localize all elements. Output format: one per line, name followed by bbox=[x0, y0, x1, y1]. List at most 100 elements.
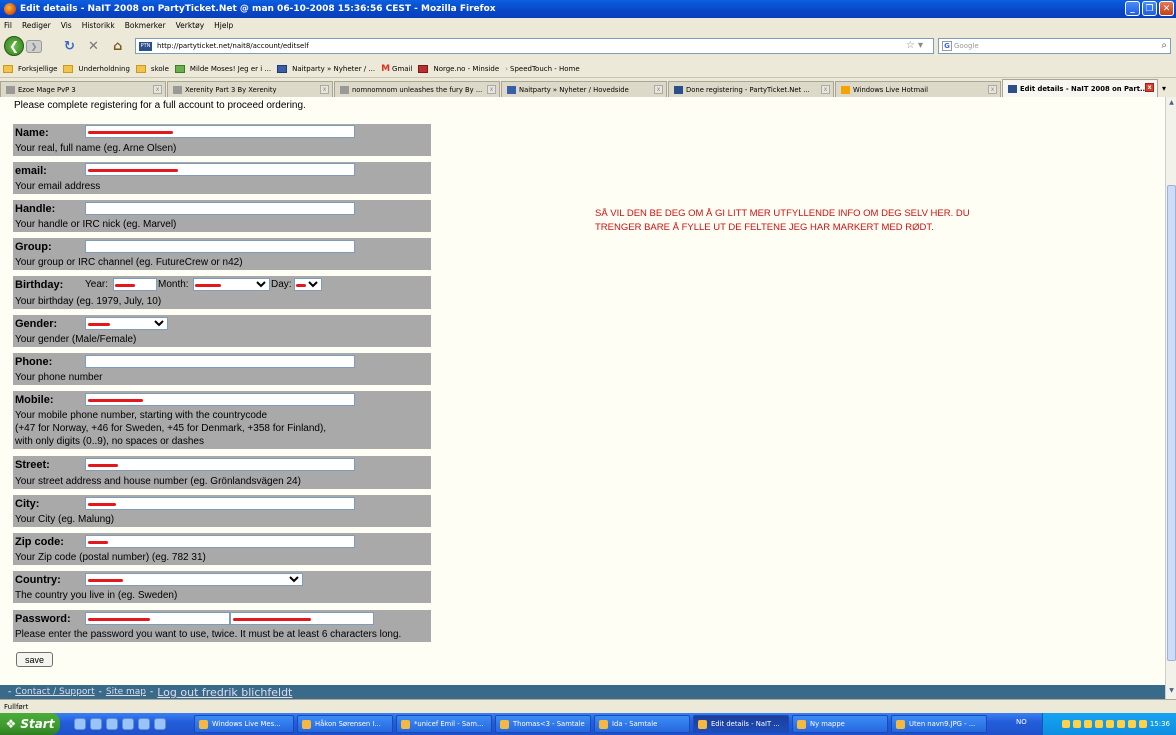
field-help: Your real, full name (eg. Arne Olsen) bbox=[15, 143, 177, 154]
bookmark-item[interactable]: M Gmail bbox=[381, 64, 412, 74]
menu-history[interactable]: Historikk bbox=[82, 21, 115, 30]
handle-input[interactable] bbox=[85, 202, 355, 215]
tray-icon[interactable] bbox=[1061, 720, 1070, 728]
maximize-button[interactable]: ❐ bbox=[1142, 1, 1157, 16]
tray-icon[interactable] bbox=[1127, 720, 1136, 728]
tab-favicon bbox=[1008, 84, 1017, 93]
tab[interactable]: Done registering - PartyTicket.Net ... x bbox=[668, 81, 834, 97]
url-bar[interactable]: PTN http://partyticket.net/nait8/account… bbox=[135, 38, 934, 54]
menu-edit[interactable]: Rediger bbox=[22, 21, 51, 30]
contact-support-link[interactable]: Contact / Support bbox=[15, 687, 94, 697]
tab-list-chevron-icon[interactable]: ▾ bbox=[1162, 84, 1166, 93]
tray-icon[interactable] bbox=[1116, 720, 1125, 728]
zip-input[interactable] bbox=[85, 535, 355, 548]
quicklaunch-icon[interactable] bbox=[106, 718, 118, 730]
tray-icon[interactable] bbox=[1105, 720, 1114, 728]
bookmark-star-icon[interactable]: ☆ ▾ bbox=[906, 40, 923, 51]
menu-tools[interactable]: Verktøy bbox=[176, 21, 205, 30]
bookmark-item[interactable]: Forksjellige bbox=[3, 64, 57, 73]
taskbar-item[interactable]: Ny mappe bbox=[792, 715, 888, 733]
clock[interactable]: 15:36 bbox=[1150, 720, 1170, 728]
taskbar-item[interactable]: *unicef Emil - Sam... bbox=[396, 715, 492, 733]
minimize-button[interactable]: _ bbox=[1125, 1, 1140, 16]
quicklaunch-icon[interactable] bbox=[74, 718, 86, 730]
quicklaunch-icon[interactable] bbox=[154, 718, 166, 730]
taskbar-item[interactable]: Windows Live Mes... bbox=[194, 715, 294, 733]
close-window-button[interactable]: ✕ bbox=[1159, 1, 1174, 16]
tab-close-icon[interactable]: x bbox=[821, 85, 830, 94]
tab[interactable]: Naitparty » Nyheter / Hovedside x bbox=[501, 81, 667, 97]
bookmark-item[interactable]: › SpeedTouch - Home bbox=[505, 65, 580, 73]
field-help: Your birthday (eg. 1979, July, 10) bbox=[15, 296, 162, 307]
search-placeholder: Google bbox=[954, 42, 979, 50]
quicklaunch-icon[interactable] bbox=[122, 718, 134, 730]
taskbar-item[interactable]: Håkon Sørensen I... bbox=[297, 715, 393, 733]
scroll-up-icon[interactable]: ▲ bbox=[1167, 99, 1176, 109]
home-icon[interactable]: ⌂ bbox=[113, 39, 122, 54]
search-icon[interactable]: ⌕ bbox=[1161, 40, 1167, 51]
reload-icon[interactable]: ↻ bbox=[64, 39, 75, 54]
tray-icon[interactable] bbox=[1083, 720, 1092, 728]
back-button[interactable]: ❮ bbox=[4, 36, 24, 56]
scrollbar-thumb[interactable] bbox=[1167, 185, 1176, 661]
field-label: Group: bbox=[15, 241, 52, 253]
bookmark-item[interactable]: skole bbox=[135, 64, 169, 73]
quicklaunch-icon[interactable] bbox=[90, 718, 102, 730]
taskbar-label: Ida - Samtale bbox=[612, 720, 658, 728]
site-map-link[interactable]: Site map bbox=[106, 687, 146, 697]
bookmark-item[interactable]: Naitparty » Nyheter / ... bbox=[277, 64, 375, 73]
menu-file[interactable]: Fil bbox=[4, 21, 12, 30]
taskbar-item[interactable]: Thomas<3 - Samtale bbox=[495, 715, 591, 733]
menu-bookmarks[interactable]: Bokmerker bbox=[125, 21, 166, 30]
tray-icon[interactable] bbox=[1072, 720, 1081, 728]
field-label: Gender: bbox=[15, 318, 58, 330]
quicklaunch-icon[interactable] bbox=[138, 718, 150, 730]
tray-icon[interactable] bbox=[1094, 720, 1103, 728]
redaction-mark bbox=[88, 323, 110, 326]
tab-label: Ezoe Mage PvP 3 bbox=[18, 85, 76, 94]
city-input[interactable] bbox=[85, 497, 355, 510]
start-button[interactable]: ❖ Start bbox=[0, 713, 60, 735]
taskbar-item[interactable]: Ida - Samtale bbox=[594, 715, 690, 733]
tab[interactable]: nomnomnom unleashes the fury By ... x bbox=[334, 81, 500, 97]
tab-active[interactable]: Edit details - NaIT 2008 on Part... x bbox=[1002, 79, 1158, 97]
language-indicator[interactable]: NO bbox=[1016, 718, 1027, 726]
scroll-down-icon[interactable]: ▼ bbox=[1167, 687, 1176, 697]
street-input[interactable] bbox=[85, 458, 355, 471]
tab[interactable]: Ezoe Mage PvP 3 x bbox=[0, 81, 166, 97]
field-label: Street: bbox=[15, 459, 50, 471]
day-label: Day: bbox=[271, 279, 292, 290]
window-titlebar[interactable]: Edit details - NaIT 2008 on PartyTicket.… bbox=[0, 0, 1176, 18]
country-row: Country: The country you live in (eg. Sw… bbox=[13, 571, 431, 603]
bookmark-item[interactable]: Milde Moses! Jeg er i ... bbox=[174, 64, 271, 73]
menu-view[interactable]: Vis bbox=[61, 21, 72, 30]
save-button[interactable]: save bbox=[16, 652, 53, 667]
tray-icon[interactable] bbox=[1138, 720, 1147, 728]
field-help: Your phone number bbox=[15, 372, 103, 383]
tab-close-icon[interactable]: x bbox=[654, 85, 663, 94]
tab[interactable]: Xerenity Part 3 By Xerenity x bbox=[167, 81, 333, 97]
tab-close-icon[interactable]: x bbox=[1145, 83, 1154, 92]
taskbar-item[interactable]: Uten navn9.JPG - ... bbox=[891, 715, 987, 733]
forward-button[interactable]: ❯ bbox=[26, 40, 42, 53]
tab[interactable]: Windows Live Hotmail x bbox=[835, 81, 1001, 97]
phone-input[interactable] bbox=[85, 355, 355, 368]
tab-close-icon[interactable]: x bbox=[988, 85, 997, 94]
search-box[interactable]: G Google ⌕ bbox=[938, 38, 1171, 54]
redaction-mark bbox=[88, 399, 143, 402]
google-icon[interactable]: G bbox=[942, 41, 952, 51]
menu-help[interactable]: Hjelp bbox=[214, 21, 233, 30]
logout-link[interactable]: Log out fredrik blichfeldt bbox=[157, 686, 292, 699]
tab-close-icon[interactable]: x bbox=[487, 85, 496, 94]
stop-icon[interactable]: ✕ bbox=[88, 39, 99, 54]
group-input[interactable] bbox=[85, 240, 355, 253]
tab-close-icon[interactable]: x bbox=[320, 85, 329, 94]
app-icon bbox=[302, 719, 311, 729]
tab-close-icon[interactable]: x bbox=[153, 85, 162, 94]
field-help: with only digits (0..9), no spaces or da… bbox=[15, 436, 204, 447]
vertical-scrollbar[interactable]: ▲ ▼ bbox=[1165, 97, 1176, 699]
bookmark-item[interactable]: Underholdning bbox=[63, 64, 130, 73]
taskbar-item-active[interactable]: Edit details - NaIT ... bbox=[693, 715, 789, 733]
tab-label: Done registering - PartyTicket.Net ... bbox=[686, 85, 810, 94]
bookmark-item[interactable]: Norge.no - Minside bbox=[418, 64, 499, 73]
